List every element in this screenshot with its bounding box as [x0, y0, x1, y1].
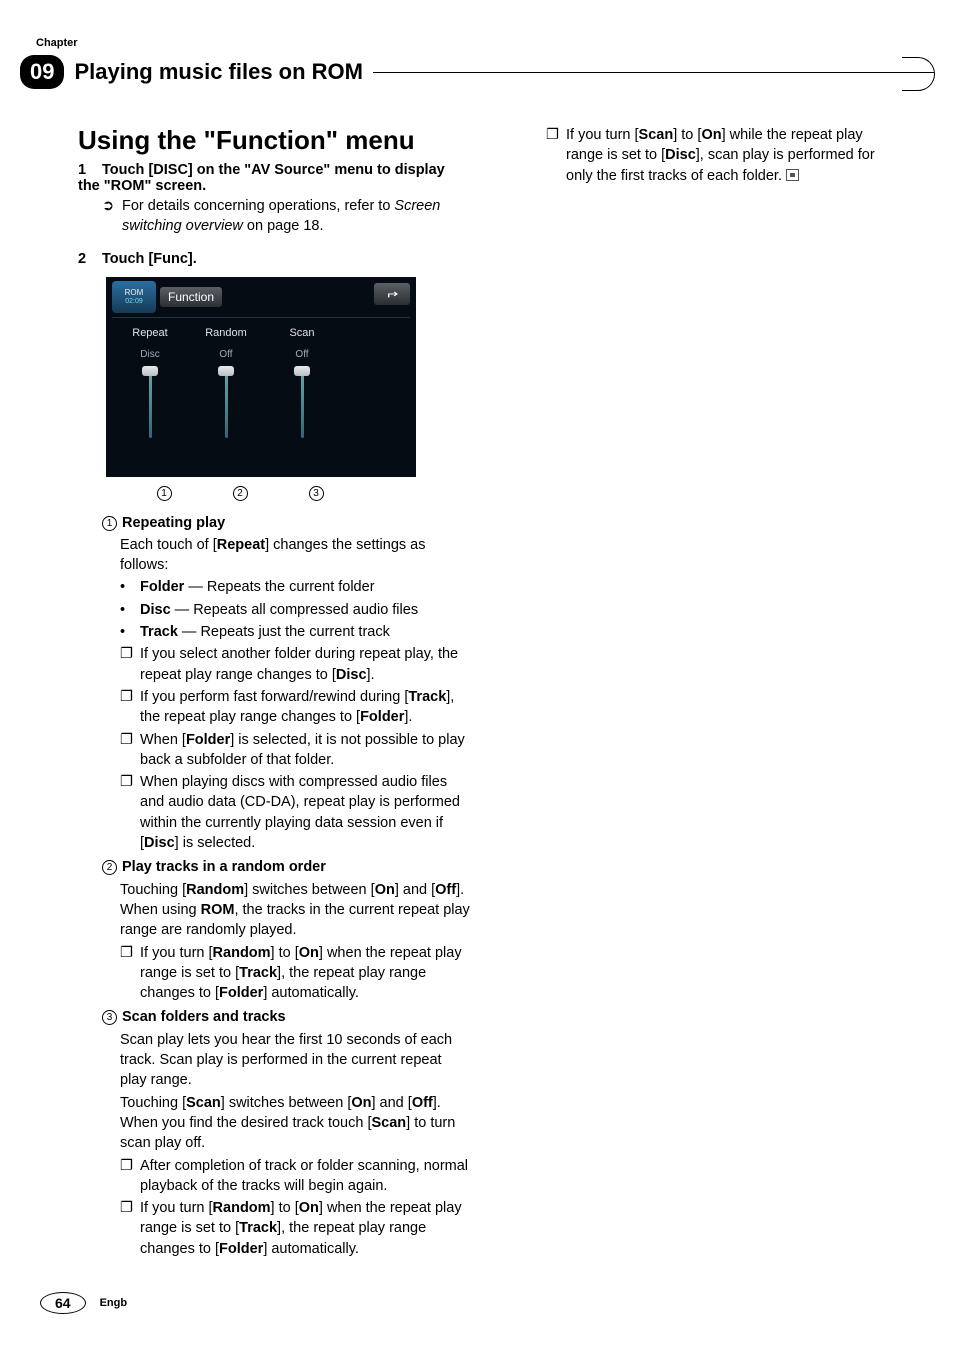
- item-1-header: 1 Repeating play: [102, 513, 470, 533]
- callout-1: 1: [157, 486, 172, 501]
- slider-knob[interactable]: [142, 366, 158, 376]
- item-1-opt-disc: •Disc — Repeats all compressed audio fil…: [120, 600, 470, 620]
- step-1-note-text: For details concerning operations, refer…: [122, 196, 470, 237]
- step-1-note: ➲ For details concerning operations, ref…: [102, 196, 470, 237]
- repeat-header: Repeat: [112, 327, 188, 339]
- scan-header: Scan: [264, 327, 340, 339]
- step-num-2: 2: [78, 251, 102, 267]
- item-3-note-3: ❐If you turn [Scan] to [On] while the re…: [546, 125, 896, 186]
- end-block-icon: [786, 169, 799, 181]
- language-code: Engb: [100, 1297, 128, 1309]
- item-3-header: 3 Scan folders and tracks: [102, 1007, 470, 1027]
- item-3-p1: Scan play lets you hear the first 10 sec…: [120, 1030, 470, 1091]
- item-2-header: 2 Play tracks in a random order: [102, 857, 470, 877]
- item-2-title: Play tracks in a random order: [122, 857, 326, 877]
- step-2: 2Touch [Func].: [78, 251, 470, 267]
- step-2-text: Touch [Func].: [102, 251, 197, 267]
- item-2-note-1: ❐If you turn [Random] to [On] when the r…: [120, 943, 470, 1004]
- random-column[interactable]: Random Off: [188, 327, 264, 438]
- scan-column[interactable]: Scan Off: [264, 327, 340, 438]
- page-footer: 64 Engb: [40, 1292, 127, 1314]
- random-header: Random: [188, 327, 264, 339]
- step-num-1: 1: [78, 162, 102, 178]
- step-1-text: Touch [DISC] on the "AV Source" menu to …: [78, 162, 445, 194]
- circled-1-icon: 1: [102, 516, 117, 531]
- goto-icon: ➲: [102, 196, 122, 216]
- random-value: Off: [188, 349, 264, 360]
- item-1-lead: Each touch of [Repeat] changes the setti…: [120, 535, 470, 576]
- slider-knob[interactable]: [294, 366, 310, 376]
- header-divider: [373, 72, 934, 73]
- item-1-note-3: ❐When [Folder] is selected, it is not po…: [120, 730, 470, 771]
- slider-knob[interactable]: [218, 366, 234, 376]
- repeat-value: Disc: [112, 349, 188, 360]
- item-3-p2: Touching [Scan] switches between [On] an…: [120, 1093, 470, 1154]
- disc-icon-label: ROM: [125, 289, 144, 297]
- scan-slider[interactable]: [301, 368, 304, 438]
- item-3-note-2: ❐If you turn [Random] to [On] when the r…: [120, 1198, 470, 1259]
- back-button[interactable]: ↵: [374, 283, 410, 305]
- callout-3: 3: [309, 486, 324, 501]
- item-3-title: Scan folders and tracks: [122, 1007, 286, 1027]
- item-2-body: Touching [Random] switches between [On] …: [120, 880, 470, 941]
- function-menu-screenshot: ROM 02:09 Function ↵ Repeat Disc Random …: [106, 277, 416, 477]
- page-number: 64: [40, 1292, 86, 1314]
- scan-value: Off: [264, 349, 340, 360]
- circled-2-icon: 2: [102, 860, 117, 875]
- item-1-note-1: ❐If you select another folder during rep…: [120, 644, 470, 685]
- item-1-title: Repeating play: [122, 513, 225, 533]
- repeat-slider[interactable]: [149, 368, 152, 438]
- section-title: Using the "Function" menu: [78, 125, 470, 156]
- chapter-header: 09 Playing music files on ROM: [20, 55, 934, 89]
- item-1-opt-track: •Track — Repeats just the current track: [120, 622, 470, 642]
- item-1-note-4: ❐When playing discs with compressed audi…: [120, 772, 470, 853]
- circled-3-icon: 3: [102, 1010, 117, 1025]
- repeat-column[interactable]: Repeat Disc: [112, 327, 188, 438]
- disc-icon[interactable]: ROM 02:09: [112, 281, 156, 313]
- chapter-label: Chapter: [36, 37, 78, 49]
- chapter-number-badge: 09: [20, 55, 64, 89]
- callout-row: 1 2 3: [106, 485, 416, 501]
- item-1-opt-folder: •Folder — Repeats the current folder: [120, 577, 470, 597]
- random-slider[interactable]: [225, 368, 228, 438]
- chapter-title: Playing music files on ROM: [74, 59, 363, 85]
- function-label: Function: [160, 287, 222, 307]
- callout-2: 2: [233, 486, 248, 501]
- item-1-note-2: ❐If you perform fast forward/rewind duri…: [120, 687, 470, 728]
- disc-time: 02:09: [125, 298, 143, 305]
- item-3-note-1: ❐After completion of track or folder sca…: [120, 1156, 470, 1197]
- back-arrow-icon: ↵: [385, 287, 398, 301]
- page-content: Using the "Function" menu 1Touch [DISC] …: [78, 125, 896, 1292]
- step-1: 1Touch [DISC] on the "AV Source" menu to…: [78, 162, 470, 194]
